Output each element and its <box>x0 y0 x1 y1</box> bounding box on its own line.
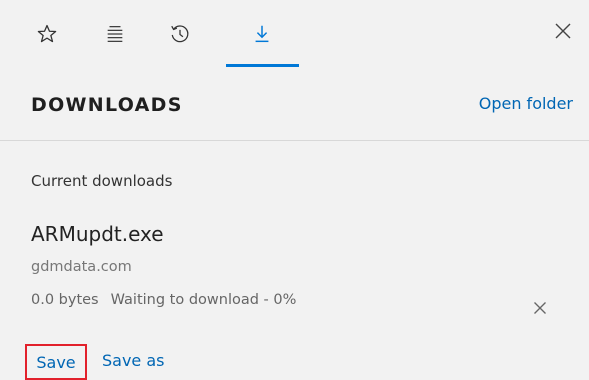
tab-history[interactable] <box>160 14 200 54</box>
tab-reading-list[interactable] <box>95 14 135 54</box>
cancel-download-button[interactable] <box>527 296 553 322</box>
current-downloads-heading: Current downloads <box>31 172 173 190</box>
save-as-button[interactable]: Save as <box>102 351 165 370</box>
download-status: Waiting to download - 0% <box>110 292 297 308</box>
header-divider <box>0 140 589 141</box>
hub-tab-bar <box>0 0 589 72</box>
page-title: DOWNLOADS <box>31 94 183 116</box>
file-size: 0.0 bytes <box>31 292 99 308</box>
star-icon <box>36 23 58 45</box>
file-source: gdmdata.com <box>31 259 132 275</box>
close-icon <box>533 300 547 319</box>
history-icon <box>169 23 191 45</box>
tab-downloads[interactable] <box>242 14 282 54</box>
save-button-label: Save <box>36 352 76 372</box>
download-status-line: 0.0 bytes Waiting to download - 0% <box>31 292 296 308</box>
download-icon <box>251 23 273 45</box>
tab-favorites[interactable] <box>27 14 67 54</box>
reading-list-icon <box>104 23 126 45</box>
downloads-hub-panel: DOWNLOADS Open folder Current downloads … <box>0 0 589 380</box>
active-tab-indicator <box>226 64 299 67</box>
download-item: ARMupdt.exe gdmdata.com 0.0 bytes Waiting… <box>0 212 589 380</box>
close-icon <box>554 22 572 44</box>
save-button[interactable]: Save <box>25 344 87 380</box>
close-button[interactable] <box>546 16 580 50</box>
file-name: ARMupdt.exe <box>31 222 164 246</box>
open-folder-link[interactable]: Open folder <box>479 94 573 113</box>
downloads-header: DOWNLOADS Open folder <box>0 72 589 140</box>
